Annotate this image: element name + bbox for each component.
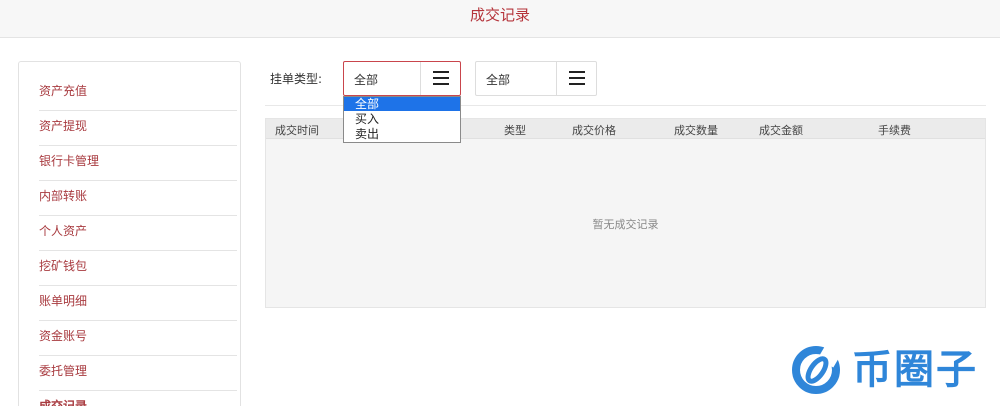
page: 成交记录 资产充值 资产提现 银行卡管理 内部转账 个人资产 挖矿钱包 账单明细… [0, 0, 1000, 406]
sidebar-item-personal-assets[interactable]: 个人资产 [39, 216, 237, 251]
order-type-select-button[interactable] [420, 62, 460, 95]
logo-icon [792, 346, 841, 394]
sidebar-item-withdraw[interactable]: 资产提现 [39, 111, 237, 146]
sidebar-item-bank-cards[interactable]: 银行卡管理 [39, 146, 237, 181]
second-filter-select-value: 全部 [486, 73, 511, 87]
page-title: 成交记录 [469, 6, 530, 24]
watermark-text: 币圈子 [852, 347, 978, 393]
menu-icon [433, 71, 449, 85]
dropdown-option-buy[interactable]: 买入 [344, 112, 460, 126]
order-type-label: 挂单类型: [270, 72, 323, 86]
menu-icon [569, 71, 585, 85]
page-header: 成交记录 [0, 0, 1000, 38]
order-type-select-value: 全部 [354, 73, 379, 87]
second-filter-select-button[interactable] [556, 62, 596, 95]
sidebar-item-deposit[interactable]: 资产充值 [39, 76, 237, 111]
column-header-type: 类型 [504, 124, 526, 137]
watermark-logo: 币圈子 [790, 340, 995, 400]
dropdown-option-sell[interactable]: 卖出 [344, 127, 460, 141]
second-filter-select[interactable]: 全部 [475, 61, 597, 96]
order-type-select[interactable]: 全部 [343, 61, 461, 96]
column-header-trade-quantity: 成交数量 [674, 124, 718, 137]
dropdown-option-all[interactable]: 全部 [344, 97, 460, 111]
empty-state-text: 暂无成交记录 [592, 218, 659, 231]
sidebar-item-bill-details[interactable]: 账单明细 [39, 286, 237, 321]
sidebar-item-mining-wallet[interactable]: 挖矿钱包 [39, 251, 237, 286]
trade-records-table: 成交时间 类型 成交价格 成交数量 成交金额 手续费 暂无成交记录 [265, 118, 986, 308]
column-header-trade-time: 成交时间 [275, 124, 319, 137]
sidebar: 资产充值 资产提现 银行卡管理 内部转账 个人资产 挖矿钱包 账单明细 资金账号… [18, 61, 241, 406]
sidebar-item-fund-account[interactable]: 资金账号 [39, 321, 237, 356]
column-header-trade-amount: 成交金额 [759, 124, 803, 137]
order-type-dropdown: 全部 买入 卖出 [343, 96, 461, 143]
sidebar-item-internal-transfer[interactable]: 内部转账 [39, 181, 237, 216]
column-header-trade-price: 成交价格 [572, 124, 616, 137]
sidebar-item-orders[interactable]: 委托管理 [39, 356, 237, 391]
sidebar-item-trade-records[interactable]: 成交记录 [39, 391, 237, 406]
column-header-fee: 手续费 [878, 124, 911, 137]
